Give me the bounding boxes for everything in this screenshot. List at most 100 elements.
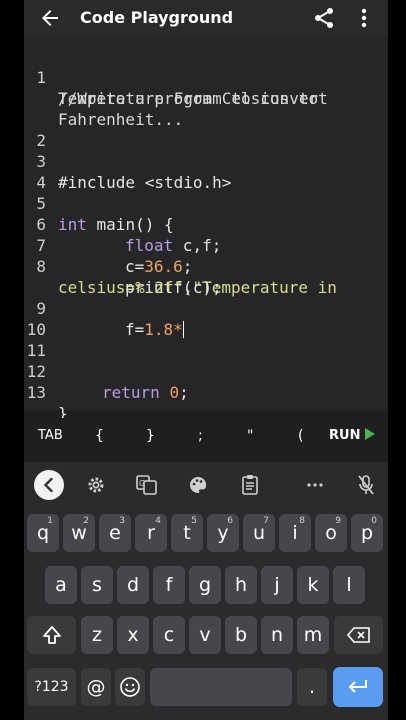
key-r[interactable]: r4 [135,514,167,552]
key-s[interactable]: s [81,566,113,604]
key-label: a [55,574,67,596]
key-label: k [307,574,319,596]
key-hint: 3 [119,516,125,526]
key-k[interactable]: k [297,566,329,604]
key-c[interactable]: c [153,616,185,654]
key-hint: 6 [227,516,233,526]
more-horiz-icon[interactable] [300,472,330,498]
key-i[interactable]: i8 [279,514,311,552]
key-h[interactable]: h [225,566,257,604]
symbol-open-brace[interactable]: { [95,428,104,444]
key-hint: 1 [47,516,53,526]
key-z[interactable]: z [81,616,113,654]
run-button[interactable]: RUN [329,428,376,443]
key-b[interactable]: b [225,616,257,654]
key-label: z [92,624,102,646]
code-editor[interactable]: 1 //Write a program to convert Temperatu… [24,36,388,423]
key-q[interactable]: q1 [27,514,59,552]
translate-icon[interactable]: G [132,472,162,498]
key-n[interactable]: n [261,616,293,654]
key-hint: 8 [299,516,305,526]
shift-arrow-icon [42,626,61,644]
key-o[interactable]: o9 [315,514,347,552]
code-text: ; [179,383,189,402]
key-u[interactable]: u7 [243,514,275,552]
line-number: 13 [26,383,46,402]
code-line: Temperature From Celsius to [24,67,388,108]
symbols-key[interactable]: ?123 [27,668,76,706]
key-hint: 4 [155,516,161,526]
key-label: c [163,624,175,646]
emoji-key[interactable] [115,668,145,706]
symbol-semicolon[interactable]: ; [198,428,203,444]
code-line: 2 [24,109,388,150]
code-line: 8 printf("Temperature in [24,235,388,297]
key-at[interactable]: @ [81,668,111,706]
share-icon[interactable] [312,6,336,30]
symbol-quote[interactable]: " [247,428,253,444]
key-label: x [127,624,139,646]
key-p[interactable]: p0 [351,514,383,552]
key-label: j [274,574,280,596]
key-y[interactable]: y6 [207,514,239,552]
key-label: b [234,624,248,646]
play-icon [365,428,376,440]
key-label: r [147,522,155,544]
app-title: Code Playground [80,8,234,27]
code-line: 11 [24,319,388,360]
app-bar: Code Playground [24,0,388,36]
shift-key[interactable] [27,616,76,654]
key-hint: 2 [83,516,89,526]
key-t[interactable]: t5 [171,514,203,552]
key-hint: 5 [191,516,197,526]
code-line: 13 } [24,361,388,423]
key-f[interactable]: f [153,566,185,604]
key-label: @ [86,676,106,698]
code-line: celsius=%.2f",c); [24,256,388,297]
key-label: . [308,676,316,698]
key-period[interactable]: . [297,668,327,706]
key-e[interactable]: e3 [99,514,131,552]
soft-keyboard: G q 1 w 2 e 3 r 4 t 5 y 6 u 7 i 8 o 9 p … [24,462,388,720]
key-label: d [126,574,140,596]
clipboard-icon[interactable] [235,472,265,498]
key-j[interactable]: j [261,566,293,604]
emoji-smile-icon [120,677,140,697]
code-number: 0 [169,383,180,402]
code-line: Fahrenheit... [24,88,388,129]
backspace-key[interactable] [334,616,383,654]
code-line: 10 [24,298,388,339]
settings-gear-icon[interactable] [81,472,111,498]
key-a[interactable]: a [45,566,77,604]
enter-arrow-icon [348,680,367,693]
key-v[interactable]: v [189,616,221,654]
keyboard-back-button[interactable] [34,470,64,500]
more-vert-icon[interactable] [354,6,374,30]
code-line: 7 c=36.6; [24,214,388,276]
enter-key[interactable] [333,667,383,707]
tab-key[interactable]: TAB [38,428,63,443]
key-w[interactable]: w2 [63,514,95,552]
palette-icon[interactable] [183,472,213,498]
key-m[interactable]: m [297,616,329,654]
code-text: return 0; [102,382,189,403]
key-label: h [234,574,248,596]
key-x[interactable]: x [117,616,149,654]
mic-off-icon[interactable] [351,472,381,498]
key-label: v [199,624,211,646]
key-g[interactable]: g [189,566,221,604]
code-line: 9 f=1.8* [24,277,388,339]
key-label: t [183,522,191,544]
space-bar[interactable] [150,668,292,706]
key-label: l [346,574,352,596]
key-l[interactable]: l [333,566,365,604]
symbol-open-paren[interactable]: ( [298,428,303,444]
key-d[interactable]: d [117,566,149,604]
key-hint: 7 [263,516,269,526]
key-label: m [303,624,323,646]
back-arrow-icon[interactable] [38,6,62,30]
code-line: 1 //Write a program to convert [24,46,388,108]
code-line: 5 int main() { [24,172,388,234]
key-label: g [198,574,212,596]
symbol-close-brace[interactable]: } [146,428,155,444]
